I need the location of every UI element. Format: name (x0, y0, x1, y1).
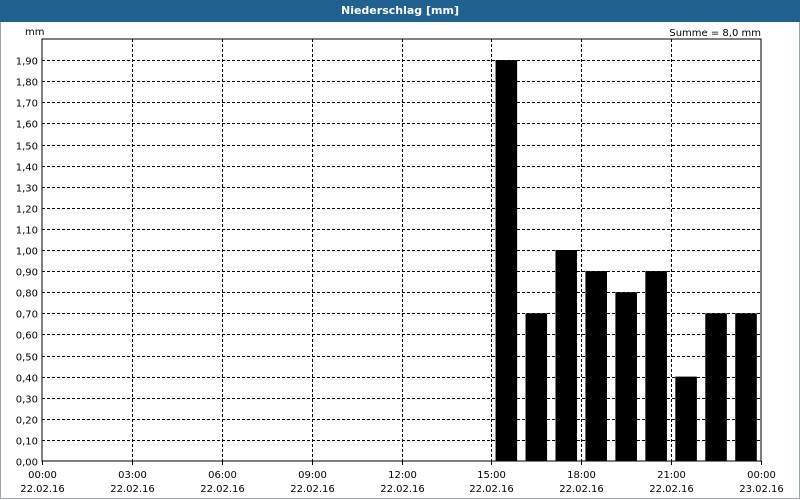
chart-title: Niederschlag [mm] (0, 0, 800, 22)
bar (645, 271, 667, 461)
bar (525, 313, 548, 461)
x-tick-date-label: 22.02.16 (469, 484, 514, 495)
y-tick-label: 1,70 (16, 99, 38, 110)
y-tick-label: 0,20 (16, 416, 38, 427)
bar (675, 376, 697, 461)
x-tick-date-label: 22.02.16 (110, 484, 155, 495)
x-tick-date-label: 22.02.16 (200, 484, 245, 495)
y-tick-label: 0,10 (16, 437, 38, 448)
y-tick-label: 1,00 (16, 247, 38, 258)
chart-frame: 0,00 0,10 0,20 0,30 0,40 0,50 0,60 0,70 0,80 0,90… (0, 22, 800, 499)
x-tick-date-label: 22.02.16 (20, 484, 65, 495)
x-tick-date-label: 23.02.16 (739, 484, 784, 495)
x-tick-date-label: 22.02.16 (380, 484, 425, 495)
y-tick-label: 1,30 (16, 184, 38, 195)
y-tick-label: 0,60 (16, 331, 38, 342)
y-tick-label: 1,90 (16, 57, 38, 68)
x-tick-time-label: 00:00 (747, 470, 776, 481)
x-tick-time-label: 21:00 (657, 470, 686, 481)
y-tick-label: 0,40 (16, 374, 38, 385)
y-tick-label: 1,60 (16, 120, 38, 131)
bar (705, 313, 727, 461)
sum-annotation: Summe = 8,0 mm (669, 28, 761, 39)
bar (555, 250, 578, 461)
x-tick-time-label: 03:00 (118, 470, 147, 481)
x-tick-date-label: 22.02.16 (290, 484, 335, 495)
bar (495, 60, 518, 461)
x-tick-time-label: 06:00 (208, 470, 237, 481)
y-tick-label: 1,80 (16, 78, 38, 89)
x-tick-time-label: 18:00 (567, 470, 596, 481)
y-axis-unit-label: mm (25, 27, 44, 38)
x-tick-time-label: 15:00 (477, 470, 506, 481)
bar (735, 313, 757, 461)
x-tick-time-label: 12:00 (388, 470, 417, 481)
y-tick-label: 0,00 (16, 458, 38, 469)
y-tick-label: 0,30 (16, 395, 38, 406)
bar (585, 271, 608, 461)
x-tick-date-label: 22.02.16 (559, 484, 604, 495)
y-tick-label: 0,90 (16, 268, 38, 279)
x-tick-time-label: 00:00 (28, 470, 57, 481)
y-tick-label: 0,80 (16, 289, 38, 300)
y-tick-label: 0,50 (16, 353, 38, 364)
y-tick-label: 1,40 (16, 163, 38, 174)
bar (615, 292, 637, 461)
y-tick-label: 1,50 (16, 142, 38, 153)
y-tick-label: 0,70 (16, 310, 38, 321)
y-tick-label: 1,20 (16, 205, 38, 216)
x-tick-date-label: 22.02.16 (649, 484, 694, 495)
x-tick-time-label: 09:00 (298, 470, 327, 481)
y-tick-label: 1,10 (16, 226, 38, 237)
precipitation-chart: 0,00 0,10 0,20 0,30 0,40 0,50 0,60 0,70 0,80 0,90… (16, 27, 784, 495)
